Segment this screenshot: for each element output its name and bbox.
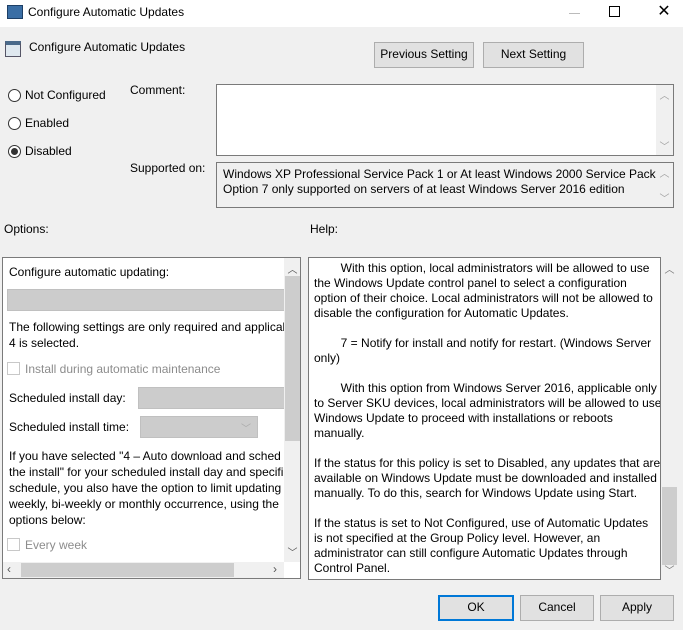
- options-panel: Configure automatic updating: The follow…: [2, 257, 301, 579]
- scroll-thumb[interactable]: [285, 276, 300, 441]
- help-line: is not specified at the Group Policy lev…: [314, 531, 601, 545]
- checkbox-box[interactable]: [7, 538, 20, 551]
- help-panel: With this option, local administrators w…: [308, 257, 661, 580]
- install-time-dropdown[interactable]: ﹀: [140, 416, 258, 438]
- help-line: disable the configuration for Automatic …: [314, 306, 569, 320]
- radio-disabled[interactable]: [8, 145, 21, 158]
- para-line: options below:: [9, 513, 86, 527]
- help-line: option of their choice. Local administra…: [314, 291, 653, 305]
- help-line: Control Panel.: [314, 561, 391, 575]
- ok-button[interactable]: OK: [438, 595, 514, 621]
- options-vertical-scrollbar[interactable]: ︿ ﹀: [284, 258, 300, 562]
- help-line: If the status is set to Not Configured, …: [314, 516, 649, 530]
- note-line: 4 is selected.: [9, 336, 80, 350]
- help-line: manually. To do this, search for Windows…: [314, 486, 638, 500]
- install-day-dropdown[interactable]: [138, 387, 288, 409]
- help-line: [314, 501, 660, 516]
- chevron-down-icon: ﹀: [241, 424, 251, 435]
- policy-icon: [5, 41, 21, 57]
- scroll-thumb[interactable]: [21, 563, 234, 577]
- help-line: [314, 441, 660, 456]
- scroll-thumb[interactable]: [662, 487, 677, 565]
- radio-enabled[interactable]: [8, 117, 21, 130]
- para-line: schedule, you also have the option to li…: [9, 481, 282, 495]
- help-line: the Windows Update control panel to sele…: [314, 276, 627, 290]
- radio-disabled-label[interactable]: Disabled: [25, 144, 72, 158]
- para-line: If you have selected "4 – Auto download …: [9, 449, 281, 463]
- note-line: The following settings are only required…: [9, 320, 286, 334]
- every-week-checkbox[interactable]: Every week: [7, 538, 87, 552]
- help-line: available on Windows Update must be down…: [314, 471, 657, 485]
- help-line: administrator can still configure Automa…: [314, 546, 628, 560]
- supported-on-box: Windows XP Professional Service Pack 1 o…: [216, 162, 674, 208]
- supported-scrollbar[interactable]: ︿ ﹀: [656, 163, 673, 207]
- help-label: Help:: [310, 222, 339, 236]
- help-line: only): [314, 351, 341, 365]
- supported-line: Option 7 only supported on servers of at…: [223, 182, 625, 196]
- help-line: Windows Update to proceed with installat…: [314, 411, 613, 425]
- configure-dropdown[interactable]: [7, 289, 285, 311]
- radio-not-configured[interactable]: [8, 89, 21, 102]
- every-week-label: Every week: [25, 538, 88, 552]
- help-line: 7 = Notify for install and notify for re…: [314, 336, 652, 350]
- maximize-button[interactable]: [599, 0, 645, 27]
- cancel-button[interactable]: Cancel: [520, 595, 594, 621]
- help-line: manually.: [314, 426, 365, 440]
- radio-not-configured-label[interactable]: Not Configured: [25, 88, 106, 102]
- supported-on-label: Supported on:: [130, 161, 206, 175]
- para-line: the install" for your scheduled install …: [9, 465, 284, 479]
- supported-line: Windows XP Professional Service Pack 1 o…: [223, 167, 666, 181]
- install-day-label: Scheduled install day:: [9, 391, 126, 405]
- para-line: weekly, bi-weekly or monthly occurrence,…: [9, 497, 279, 511]
- options-label: Options:: [4, 222, 49, 236]
- help-line: to Server SKU devices, local administrat…: [314, 396, 661, 410]
- title-bar: Configure Automatic Updates ✕: [0, 0, 683, 27]
- radio-enabled-label[interactable]: Enabled: [25, 116, 69, 130]
- close-button[interactable]: ✕: [645, 0, 683, 27]
- install-time-label: Scheduled install time:: [9, 420, 130, 434]
- comment-scrollbar[interactable]: ︿ ﹀: [656, 85, 673, 155]
- help-line: If the status for this policy is set to …: [314, 456, 661, 470]
- help-scrollbar[interactable]: ︿ ﹀: [661, 257, 678, 580]
- checkbox-box[interactable]: [7, 362, 20, 375]
- help-text: With this option, local administrators w…: [314, 261, 660, 576]
- configure-label: Configure automatic updating:: [9, 265, 170, 279]
- help-line: With this option from Windows Server 201…: [314, 381, 657, 395]
- install-maintenance-label: Install during automatic maintenance: [25, 362, 221, 376]
- help-line: With this option, local administrators w…: [314, 261, 650, 275]
- next-setting-button[interactable]: Next Setting: [483, 42, 584, 68]
- comment-label: Comment:: [130, 83, 186, 97]
- help-line: [314, 321, 660, 336]
- options-horizontal-scrollbar[interactable]: ‹ ›: [3, 562, 284, 578]
- app-icon: [7, 5, 23, 19]
- policy-title: Configure Automatic Updates: [29, 40, 186, 54]
- apply-button[interactable]: Apply: [600, 595, 674, 621]
- minimize-button[interactable]: [553, 0, 599, 27]
- install-maintenance-checkbox[interactable]: Install during automatic maintenance: [7, 362, 220, 376]
- window-title: Configure Automatic Updates: [28, 5, 185, 19]
- previous-setting-button[interactable]: Previous Setting: [374, 42, 474, 68]
- comment-input[interactable]: ︿ ﹀: [216, 84, 674, 156]
- help-line: [314, 366, 660, 381]
